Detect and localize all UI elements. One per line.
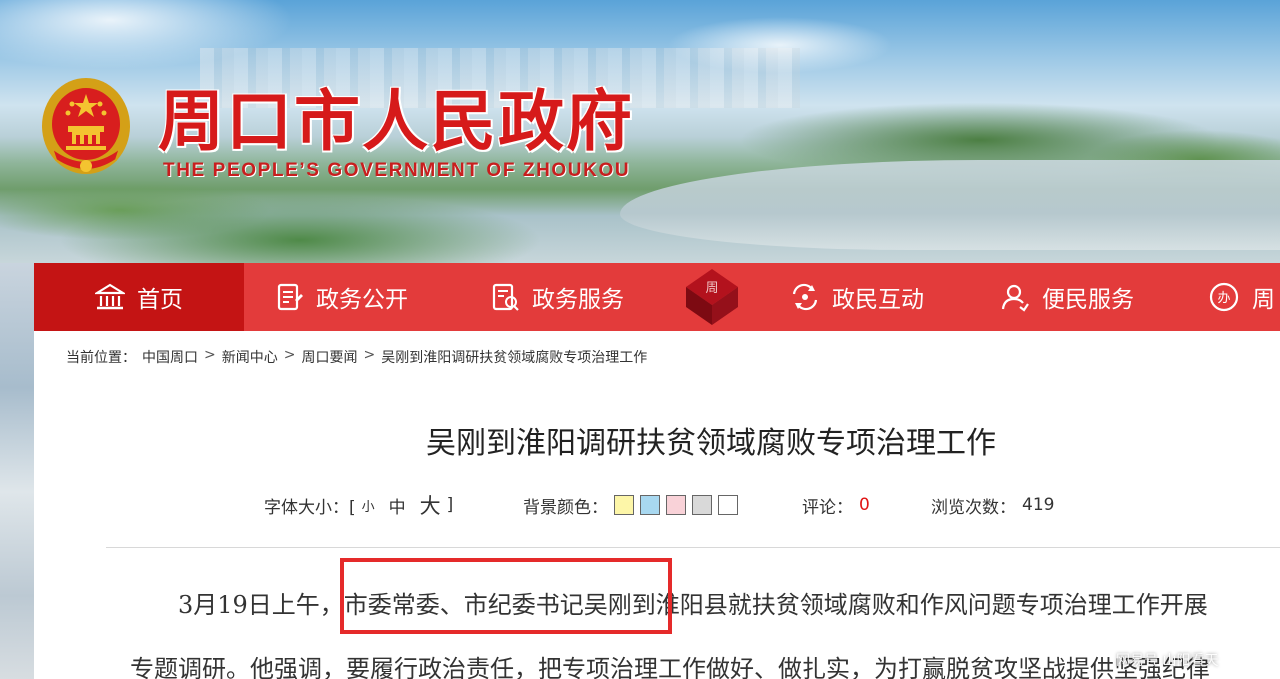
national-emblem-icon: [42, 78, 130, 174]
bg-color-control: 背景颜色：: [523, 493, 738, 518]
article-title: 吴刚到淮阳调研扶贫领域腐败专项治理工作: [426, 426, 996, 461]
banner-trees-left: [0, 170, 640, 263]
font-size-medium-option[interactable]: 中: [389, 493, 406, 518]
article-divider: [106, 547, 1280, 548]
breadcrumb-link-local-news[interactable]: 周口要闻: [301, 347, 357, 367]
interaction-icon: [792, 283, 818, 311]
site-subtitle: THE PEOPLE’S GOVERNMENT OF ZHOUKOU: [163, 160, 631, 181]
document-icon: [277, 283, 303, 311]
nav-item-gov-service[interactable]: 政务服务: [490, 263, 624, 331]
comment-label: 评论：: [802, 497, 853, 518]
badge-icon: 办: [1209, 282, 1239, 312]
breadcrumb-separator: >: [363, 347, 376, 363]
breadcrumb: 当前位置： 中国周口 > 新闻中心 > 周口要闻 > 吴刚到淮阳调研扶贫领域腐败…: [66, 347, 647, 367]
nav-item-public-service[interactable]: 便民服务: [1000, 263, 1134, 331]
font-size-label: 字体大小：[: [264, 497, 356, 518]
article-paragraph: 专题调研。他强调，要履行政治责任，把专项治理工作做好、做扎实，为打赢脱贫攻坚战提…: [130, 655, 1210, 679]
article-paragraph: 3月19日上午，市委常委、市纪委书记吴刚到淮阳县就扶贫领域腐败和作风问题专项治理…: [178, 591, 1208, 619]
seal-icon[interactable]: 周: [684, 267, 740, 327]
comment-info[interactable]: 评论： 0: [802, 493, 870, 518]
nav-label-public-service: 便民服务: [1042, 287, 1134, 313]
user-icon: [1001, 284, 1029, 312]
bg-color-swatch-yellow[interactable]: [614, 495, 634, 515]
header-banner: 周口市人民政府 THE PEOPLE’S GOVERNMENT OF ZHOUK…: [0, 0, 1280, 263]
views-count: 419: [1022, 495, 1055, 515]
nav-item-zhoukou[interactable]: 办 周: [1208, 263, 1275, 331]
nav-item-interaction[interactable]: 政民互动: [790, 263, 924, 331]
main-nav: 首页 政务公开 政务服务 周 政民互动 便民服务 办 周: [34, 263, 1280, 331]
nav-label-gov-affairs: 政务公开: [316, 287, 408, 313]
breadcrumb-prefix: 当前位置：: [66, 350, 136, 366]
views-label: 浏览次数：: [931, 497, 1016, 518]
bg-color-swatch-white[interactable]: [718, 495, 738, 515]
font-size-large-option[interactable]: 大: [420, 490, 441, 520]
bg-color-swatch-pink[interactable]: [666, 495, 686, 515]
comment-count: 0: [859, 495, 870, 515]
watermark: 网易号 山阳看天: [1116, 653, 1219, 669]
svg-text:周: 周: [705, 281, 718, 296]
nav-label-gov-service: 政务服务: [532, 287, 624, 313]
service-icon: [492, 283, 519, 311]
breadcrumb-separator: >: [204, 347, 216, 363]
bg-color-swatch-gray[interactable]: [692, 495, 712, 515]
breadcrumb-link-home[interactable]: 中国周口: [142, 347, 198, 367]
home-icon: [95, 283, 125, 310]
breadcrumb-link-news[interactable]: 新闻中心: [222, 347, 278, 367]
nav-item-home[interactable]: 首页: [34, 263, 244, 331]
font-size-close: ]: [446, 495, 454, 515]
site-title[interactable]: 周口市人民政府: [158, 68, 634, 164]
breadcrumb-link-current[interactable]: 吴刚到淮阳调研扶贫领域腐败专项治理工作: [381, 347, 647, 367]
nav-label-interaction: 政民互动: [832, 287, 924, 313]
bg-color-label: 背景颜色：: [523, 497, 608, 518]
breadcrumb-separator: >: [283, 347, 296, 363]
font-size-small-option[interactable]: 小: [362, 496, 375, 515]
bg-color-swatch-blue[interactable]: [640, 495, 660, 515]
font-size-control: 字体大小：[ 小 中 大 ]: [264, 490, 454, 520]
side-scenery: [0, 263, 34, 679]
view-count-info: 浏览次数： 419: [931, 493, 1055, 518]
nav-label-zhoukou: 周: [1252, 287, 1275, 313]
svg-text:办: 办: [1217, 291, 1230, 306]
nav-label-home: 首页: [137, 287, 183, 313]
nav-item-gov-affairs[interactable]: 政务公开: [274, 263, 408, 331]
